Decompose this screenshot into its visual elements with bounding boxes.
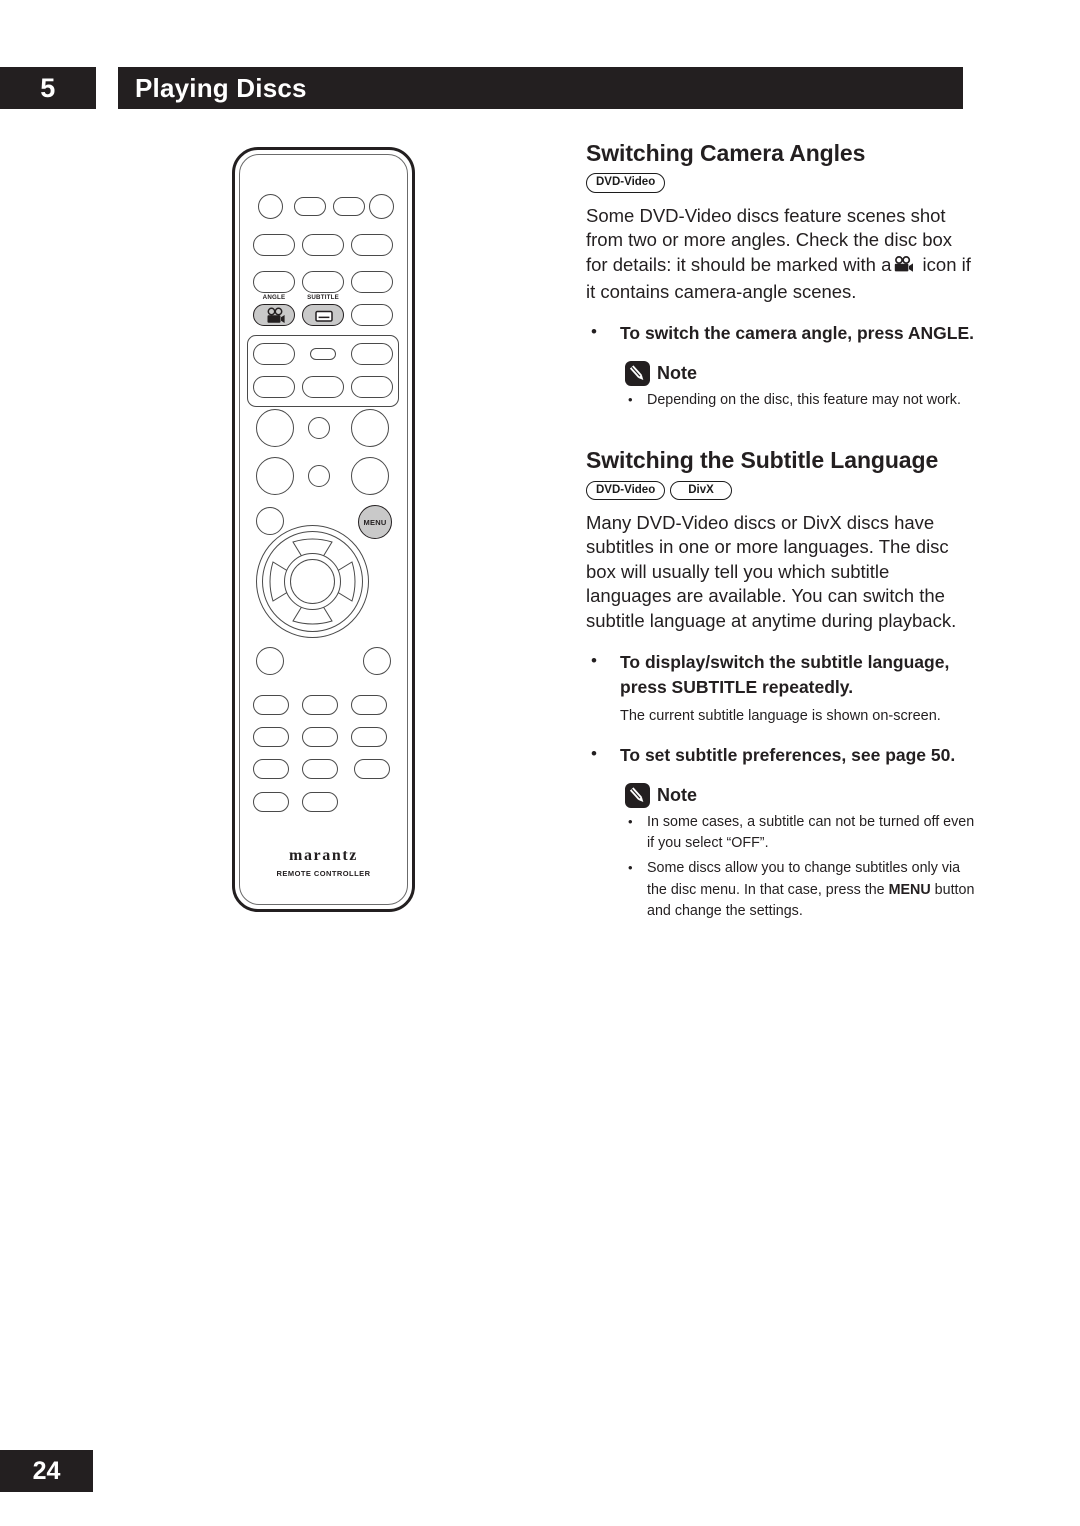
remote-button-k1c2	[302, 695, 338, 715]
page-header: 5 Playing Discs	[0, 67, 963, 109]
remote-button-k2c3	[351, 727, 387, 747]
subtitle-button	[302, 304, 344, 326]
remote-button-r2c3	[351, 234, 393, 256]
bullet-subtext: The current subtitle language is shown o…	[620, 707, 941, 724]
remote-button-r3c2	[302, 271, 344, 293]
remote-button-r1c4	[369, 194, 394, 219]
remote-button-r1c1	[258, 194, 283, 219]
bullet-marker: •	[591, 322, 597, 342]
angle-button	[253, 304, 295, 326]
remote-button-r4c3	[351, 304, 393, 326]
note-bullet-marker: •	[628, 391, 633, 407]
bullet-content: To set subtitle preferences, see page 50…	[620, 743, 978, 768]
remote-button-p1c1	[253, 343, 295, 365]
remote-button-p2c2	[302, 376, 344, 398]
section-heading-subtitle-language: Switching the Subtitle Language	[586, 447, 939, 474]
remote-button-c1r1-left	[256, 409, 294, 447]
remote-button-c1r1-mid	[308, 417, 330, 439]
note-title: Note	[657, 784, 697, 805]
bullet-marker: •	[591, 651, 597, 671]
section-body-camera-angles: Some DVD-Video discs feature scenes shot…	[586, 204, 978, 305]
note-item-text: Some discs allow you to change subtitles…	[647, 858, 978, 922]
bullet-switch-camera-angle: • To switch the camera angle, press ANGL…	[586, 321, 978, 346]
bullet-text: To display/switch the subtitle language,…	[620, 652, 950, 698]
remote-control-illustration: ANGLE SUBTITLE MENU marantz REMOTE CONTR…	[232, 147, 415, 912]
section-heading-camera-angles: Switching Camera Angles	[586, 140, 866, 166]
dpad-center-inner	[290, 559, 335, 604]
movie-camera-icon-inline	[892, 255, 916, 280]
note-item: • In some cases, a subtitle can not be t…	[625, 812, 978, 855]
bullet-marker: •	[591, 744, 597, 764]
bullet-subtitle-preferences: • To set subtitle preferences, see page …	[586, 743, 978, 768]
note-bullet-marker: •	[628, 860, 633, 876]
page-title: Playing Discs	[135, 73, 307, 103]
remote-button-k3c1	[253, 759, 289, 779]
badge-divx: DivX	[670, 480, 732, 501]
remote-button-below-dpad-right	[363, 647, 391, 675]
note-text-bold: MENU	[888, 881, 931, 898]
note-item-text: In some cases, a subtitle can not be tur…	[647, 813, 975, 851]
page-number-badge: 24	[0, 1450, 93, 1492]
subtitle-button-label: SUBTITLE	[307, 294, 339, 301]
note-title: Note	[657, 362, 697, 383]
remote-button-r1c3	[333, 197, 365, 216]
note-header: Note	[625, 782, 978, 808]
pencil-icon	[625, 360, 650, 386]
remote-button-r2c1	[253, 234, 295, 256]
section-body-subtitle-language: Many DVD-Video discs or DivX discs have …	[586, 512, 957, 631]
remote-button-k4c1	[253, 792, 289, 812]
remote-button-k4c2	[302, 792, 338, 812]
remote-button-k1c3	[351, 695, 387, 715]
badge-dvd-video: DVD-Video	[586, 480, 666, 501]
brand-logo: marantz	[289, 847, 358, 864]
bullet-text: To set subtitle preferences, see page 50…	[620, 745, 956, 766]
remote-button-k1c1	[253, 695, 289, 715]
remote-button-k2c2	[302, 727, 338, 747]
note-item: • Depending on the disc, this feature ma…	[625, 390, 978, 411]
remote-button-r3c3	[351, 271, 393, 293]
note-block-subtitle-language: Note • In some cases, a subtitle can not…	[586, 782, 978, 923]
remote-button-p1c3	[351, 343, 393, 365]
remote-button-k2c1	[253, 727, 289, 747]
remote-button-r2c2	[302, 234, 344, 256]
disc-badges-camera-angles: DVD-Video	[586, 173, 978, 193]
content-column: Switching Camera Angles DVD-Video Some D…	[586, 140, 978, 923]
note-item: • Some discs allow you to change subtitl…	[625, 858, 978, 922]
dpad-navigation	[256, 525, 369, 638]
bullet-content: To switch the camera angle, press ANGLE.	[620, 321, 978, 346]
note-bullet-marker: •	[628, 813, 633, 829]
angle-button-label: ANGLE	[262, 294, 286, 301]
note-block-camera-angles: Note • Depending on the disc, this featu…	[586, 360, 978, 411]
caption-box-icon	[315, 310, 333, 322]
bullet-text: To switch the camera angle, press ANGLE.	[620, 323, 974, 344]
remote-button-p2c1	[253, 376, 295, 398]
remote-button-k3c2	[302, 759, 338, 779]
remote-button-p1c2	[310, 348, 336, 360]
bullet-content: To display/switch the subtitle language,…	[620, 650, 978, 726]
remote-button-below-dpad-left	[256, 647, 284, 675]
note-item-text: Depending on the disc, this feature may …	[647, 391, 961, 408]
remote-button-c1r2-right	[351, 457, 389, 495]
brand-subtitle: REMOTE CONTROLLER	[276, 869, 371, 878]
bullet-display-switch-subtitle: • To display/switch the subtitle languag…	[586, 650, 978, 726]
remote-button-k3c3	[354, 759, 390, 779]
remote-button-r1c2	[294, 197, 326, 216]
movie-camera-icon	[267, 307, 285, 323]
remote-button-p2c3	[351, 376, 393, 398]
chapter-number-badge: 5	[0, 67, 96, 109]
note-header: Note	[625, 360, 978, 386]
pencil-icon	[625, 782, 650, 808]
remote-button-c1r2-mid	[308, 465, 330, 487]
remote-button-c1r1-right	[351, 409, 389, 447]
remote-button-r3c1	[253, 271, 295, 293]
badge-dvd-video: DVD-Video	[586, 173, 666, 193]
disc-badges-subtitle-language: DVD-Video DivX	[586, 480, 978, 501]
remote-button-c1r2-left	[256, 457, 294, 495]
